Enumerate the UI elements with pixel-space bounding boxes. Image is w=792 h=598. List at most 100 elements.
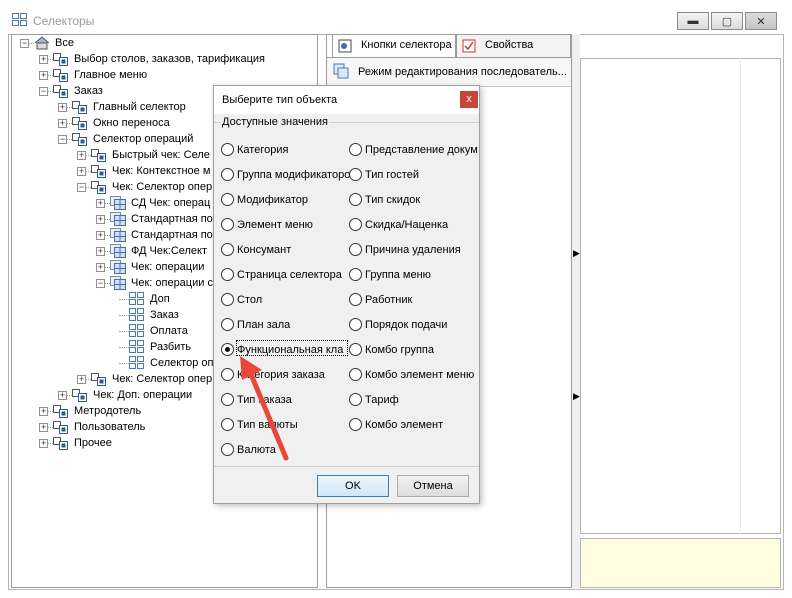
minimize-button[interactable]: ▬ (677, 12, 709, 30)
tree-node-label: Все (55, 37, 74, 49)
radio-label: Элемент меню (237, 219, 313, 231)
dialog-title: Выберите тип объекта (222, 94, 338, 106)
radio-label: Комбо группа (365, 344, 434, 356)
radio-unchecked-icon (221, 418, 234, 431)
properties-grid-divider (740, 58, 741, 534)
collapse-minus-icon[interactable]: − (20, 39, 29, 48)
selector-icon (53, 84, 69, 98)
selector-icon (53, 404, 69, 418)
selector-icon (53, 52, 69, 66)
expand-plus-icon[interactable]: + (96, 263, 105, 272)
close-window-button[interactable]: ✕ (745, 12, 777, 30)
table-grid-icon (129, 340, 145, 354)
radio-label: Группа модификаторо (237, 169, 351, 181)
radio-unchecked-icon (221, 268, 234, 281)
radio-label: Тип гостей (365, 169, 419, 181)
panel-splitter[interactable] (572, 34, 580, 588)
radio-label: Страница селектора (237, 269, 342, 281)
maximize-button[interactable]: ▢ (711, 12, 743, 30)
tree-node-label: Чек: Селектор опер (112, 373, 213, 385)
radio-label: Причина удаления (365, 244, 461, 256)
radio-label: Стол (237, 294, 263, 306)
tree-connector (119, 363, 129, 364)
expand-plus-icon[interactable]: + (77, 167, 86, 176)
expand-plus-icon[interactable]: + (58, 103, 67, 112)
expand-right-arrow-icon[interactable]: ▶ (573, 247, 580, 260)
radio-unchecked-icon (349, 368, 362, 381)
expand-plus-icon[interactable]: + (39, 423, 48, 432)
maximize-icon: ▢ (721, 15, 733, 28)
radio-label: Работник (365, 294, 413, 306)
radio-label: Комбо элемент (365, 419, 444, 431)
expand-plus-icon[interactable]: + (58, 119, 67, 128)
selector-icon (53, 436, 69, 450)
radio-unchecked-icon (349, 393, 362, 406)
group-label: Доступные значения (221, 116, 329, 128)
edit-mode-label[interactable]: Режим редактирования последователь... (358, 66, 570, 78)
expand-plus-icon[interactable]: + (96, 199, 105, 208)
expand-plus-icon[interactable]: + (96, 231, 105, 240)
tree-node-label: Стандартная по (131, 213, 213, 225)
radio-unchecked-icon (349, 418, 362, 431)
tree-node-label: Метродотель (74, 405, 142, 417)
radio-unchecked-icon (221, 193, 234, 206)
selector-icon (53, 420, 69, 434)
tab-properties[interactable]: Свойства (456, 34, 571, 57)
collapse-minus-icon[interactable]: − (39, 87, 48, 96)
expand-plus-icon[interactable]: + (96, 215, 105, 224)
tree-node-label: Главный селектор (93, 101, 186, 113)
tree-node-label: Заказ (74, 85, 103, 97)
expand-right-arrow-icon-2[interactable]: ▶ (573, 390, 580, 403)
tab-label: Кнопки селектора (361, 39, 452, 51)
radio-unchecked-icon (349, 243, 362, 256)
tree-node-label: Селектор оп (150, 357, 214, 369)
selector-icon (72, 116, 88, 130)
properties-grid[interactable] (580, 58, 781, 534)
radio-label: Категория (237, 144, 289, 156)
app-grid-icon (12, 13, 27, 26)
selector-icon (72, 388, 88, 402)
expand-plus-icon[interactable]: + (39, 439, 48, 448)
expand-plus-icon[interactable]: + (39, 71, 48, 80)
table-grid-icon (129, 292, 145, 306)
tree-node-label: Окно переноса (93, 117, 170, 129)
expand-plus-icon[interactable]: + (39, 55, 48, 64)
radio-checked-icon (221, 343, 234, 356)
selector-icon (91, 164, 107, 178)
collapse-minus-icon[interactable]: − (77, 183, 86, 192)
expand-plus-icon[interactable]: + (39, 407, 48, 416)
table-grid-icon (129, 308, 145, 322)
expand-plus-icon[interactable]: + (77, 151, 86, 160)
expand-plus-icon[interactable]: + (58, 391, 67, 400)
minimize-icon: ▬ (687, 15, 699, 27)
tree-node-label: СД Чек: операц (131, 197, 211, 209)
tree-node-label: Чек: операции (131, 261, 205, 273)
tree-node-label: Заказ (150, 309, 179, 321)
radio-label: Консумант (237, 244, 292, 256)
selector-stack-icon (110, 276, 126, 290)
selector-stack-icon (110, 244, 126, 258)
radio-label: Тариф (365, 394, 399, 406)
annotation-arrow-icon (240, 356, 289, 461)
tree-node-label: Выбор столов, заказов, тарификация (74, 53, 266, 65)
radio-unchecked-icon (349, 268, 362, 281)
expand-plus-icon[interactable]: + (96, 247, 105, 256)
collapse-minus-icon[interactable]: − (58, 135, 67, 144)
ok-button[interactable]: OK (317, 475, 389, 497)
dialog-close-button[interactable]: x (460, 91, 478, 108)
collapse-minus-icon[interactable]: − (96, 279, 105, 288)
close-icon: ✕ (756, 15, 766, 28)
selector-icon (91, 148, 107, 162)
tree-node-label: Чек: Селектор опер (112, 181, 213, 193)
tab-selector-buttons[interactable]: Кнопки селектора (332, 34, 456, 57)
radio-unchecked-icon (221, 243, 234, 256)
tree-node-label: Чек: Доп. операции (93, 389, 193, 401)
tree-node-label: Чек: операции с (131, 277, 213, 289)
table-grid-icon (129, 356, 145, 370)
tree-node-label: Главное меню (74, 69, 148, 81)
tree-node-label: Быстрый чек: Селе (112, 149, 210, 161)
expand-plus-icon[interactable]: + (77, 375, 86, 384)
cancel-button[interactable]: Отмена (397, 475, 469, 497)
radio-unchecked-icon (221, 143, 234, 156)
radio-unchecked-icon (221, 368, 234, 381)
